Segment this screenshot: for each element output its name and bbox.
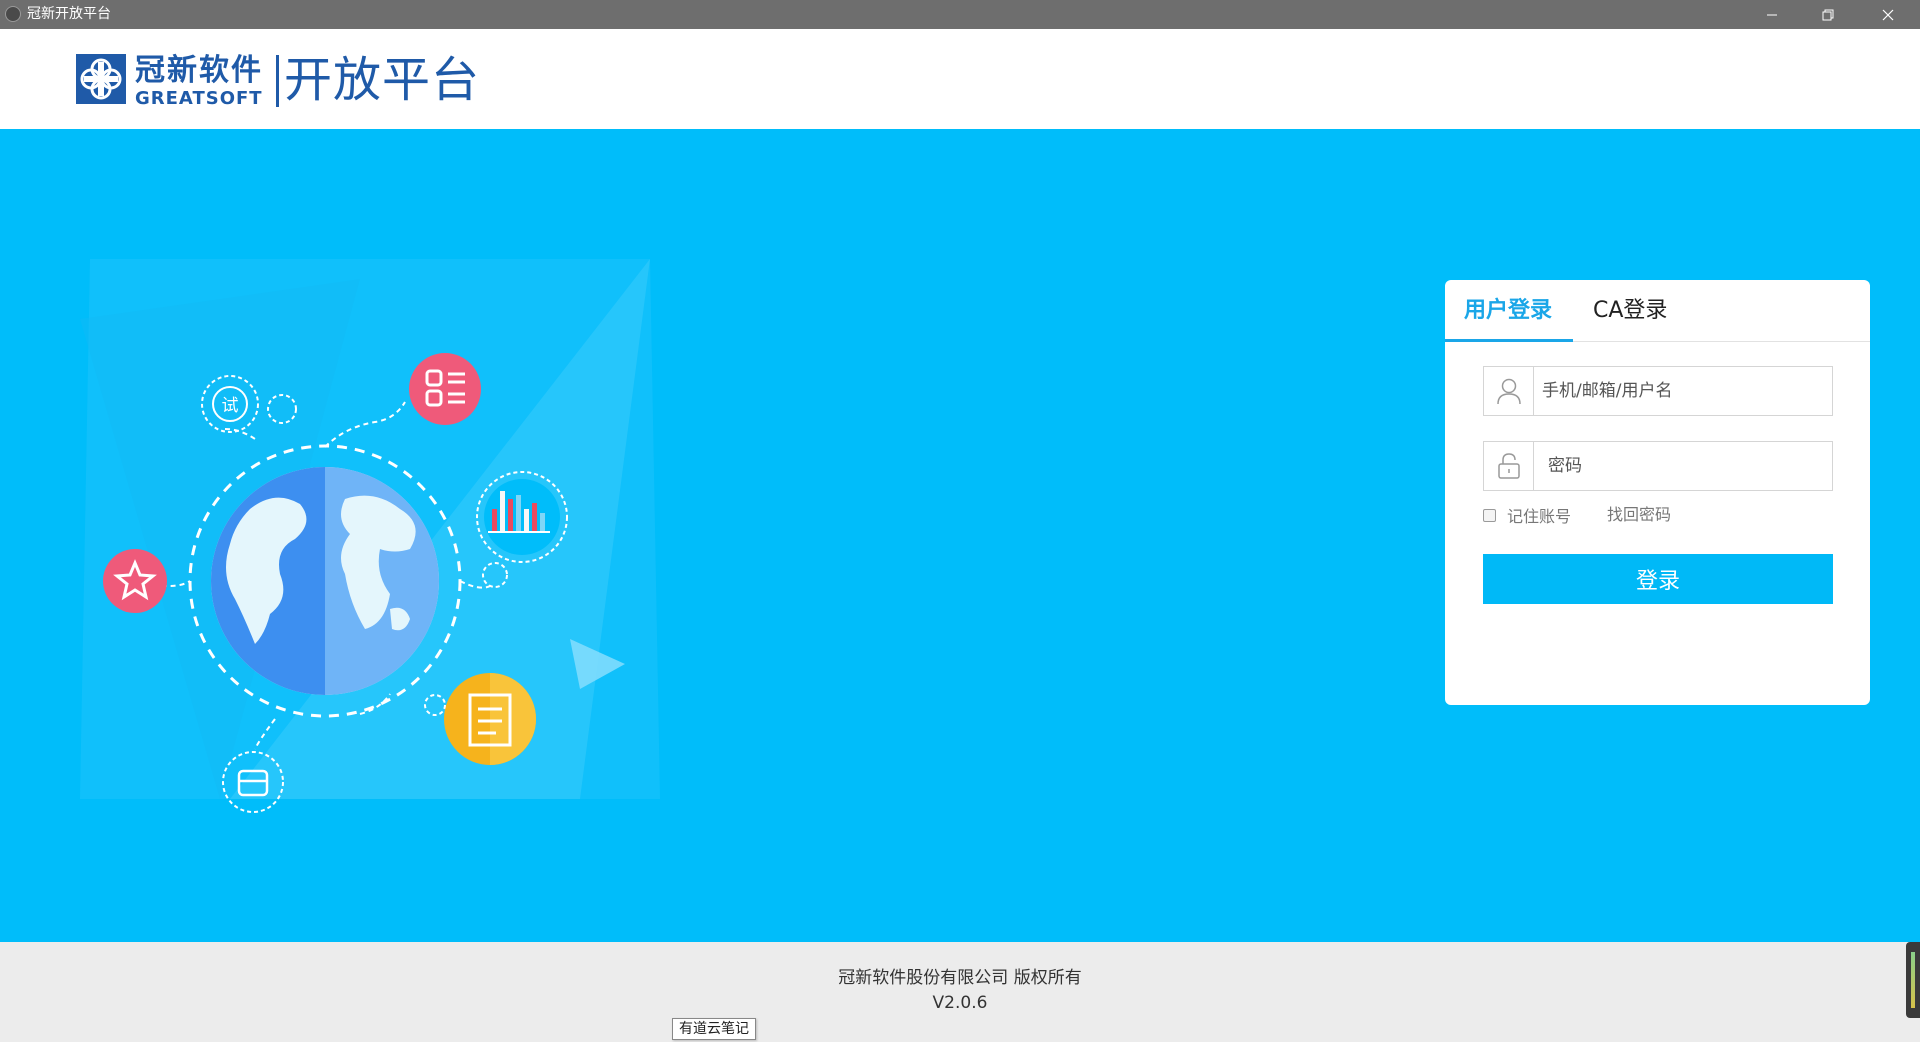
forgot-password-link[interactable]: 找回密码 [1607, 504, 1671, 526]
user-icon [1496, 378, 1521, 405]
greatsoft-logo-icon [76, 54, 126, 104]
close-icon [1882, 9, 1894, 20]
app-icon [5, 6, 21, 22]
copyright-text: 冠新软件股份有限公司 版权所有 [838, 968, 1082, 988]
user-icon-box [1484, 367, 1534, 415]
brand-divider [276, 55, 279, 107]
version-text: V2.0.6 [932, 993, 988, 1013]
globe-network-illustration: 试 [80, 259, 660, 813]
trial-badge-text: 试 [222, 396, 239, 416]
minimize-button[interactable] [1744, 0, 1800, 29]
taskbar-tooltip: 有道云笔记 [672, 1018, 756, 1040]
remember-label: 记住账号 [1507, 507, 1572, 526]
window-titlebar: 冠新开放平台 [0, 0, 1920, 29]
globe-icon [211, 467, 439, 695]
active-tab-indicator [1445, 339, 1573, 342]
tab-user-login[interactable]: 用户登录 [1464, 296, 1552, 326]
login-card: 用户登录 CA登录 手机/邮箱/用户名 记住账号 找回密码 登录 [1445, 280, 1870, 705]
close-button[interactable] [1860, 0, 1916, 29]
lock-icon-box [1484, 442, 1534, 490]
side-panel-bar [1911, 952, 1915, 1008]
star-badge-icon [103, 549, 167, 613]
brand-name-cn: 冠新软件 [135, 53, 263, 88]
hero-banner: 试 用户登录 CA登录 手机/邮箱/用户名 记住账号 找回密码 登录 [0, 129, 1920, 942]
list-app-icon [409, 353, 481, 425]
login-button[interactable]: 登录 [1483, 554, 1833, 604]
password-input[interactable] [1548, 442, 1833, 490]
restore-icon [1822, 9, 1834, 20]
brand-name-en: GREATSOFT [135, 88, 263, 109]
window-title: 冠新开放平台 [27, 6, 111, 22]
side-panel-handle[interactable] [1906, 942, 1920, 1018]
page-footer: 冠新软件股份有限公司 版权所有 V2.0.6 有道云笔记 [0, 942, 1920, 1042]
username-input[interactable] [1542, 367, 1827, 415]
login-tabs: 用户登录 CA登录 [1445, 280, 1870, 342]
page-header: 冠新软件 GREATSOFT 开放平台 [0, 29, 1920, 129]
minimize-icon [1767, 14, 1777, 15]
username-field [1483, 366, 1833, 416]
remember-checkbox[interactable] [1483, 508, 1496, 522]
restore-button[interactable] [1800, 0, 1856, 29]
lock-icon [1497, 453, 1520, 479]
password-field [1483, 441, 1833, 491]
tab-ca-login[interactable]: CA登录 [1593, 296, 1667, 326]
brand-platform-title: 开放平台 [284, 52, 481, 108]
remember-account[interactable]: 记住账号 [1483, 504, 1571, 526]
